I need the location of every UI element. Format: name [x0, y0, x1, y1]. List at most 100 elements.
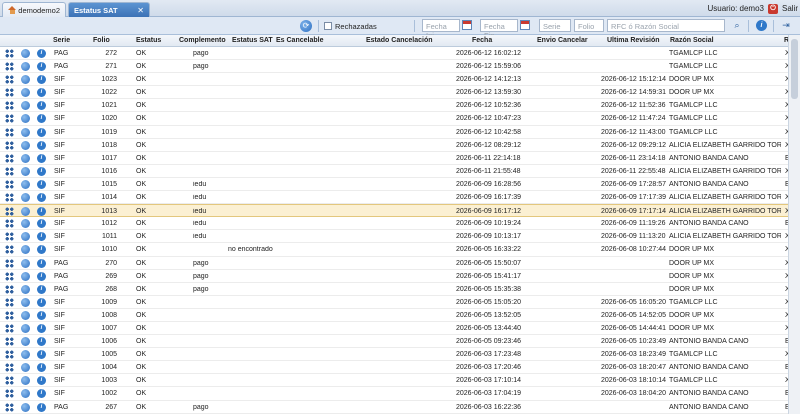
info-icon[interactable]: i — [37, 258, 46, 268]
col-fecha[interactable]: Fecha — [472, 37, 492, 44]
table-row[interactable]: i SIF 1002 OK 2026-06-03 17:04:19 2026-06-03 … — [0, 387, 788, 401]
info-icon[interactable]: i — [37, 193, 46, 203]
refresh-icon[interactable] — [21, 258, 30, 268]
col-estatus-sat[interactable]: Estatus SAT — [232, 37, 273, 44]
table-row[interactable]: i PAG 271 OK pago 2026-06-12 15:59:06 TGAMLCP … — [0, 60, 788, 74]
calendar-icon[interactable] — [462, 20, 472, 30]
refresh-icon[interactable] — [21, 284, 30, 294]
refresh-icon[interactable] — [21, 207, 30, 217]
calendar-icon[interactable] — [520, 20, 530, 30]
table-row[interactable]: i SIF 1017 OK 2026-06-11 22:14:18 2026-06-11 … — [0, 152, 788, 165]
tree-icon[interactable] — [5, 127, 14, 137]
table-row[interactable]: i SIF 1016 OK 2026-06-11 21:55:48 2026-06-11 … — [0, 165, 788, 178]
info-icon[interactable]: i — [37, 179, 46, 189]
table-row[interactable]: i SIF 1015 OK iedu 2026-06-09 16:28:56 2026-06… — [0, 178, 788, 192]
tree-icon[interactable] — [5, 75, 14, 85]
info-icon[interactable]: i — [37, 376, 46, 386]
refresh-icon[interactable] — [21, 127, 30, 137]
col-es-cancelable[interactable]: Es Cancelable — [276, 37, 323, 44]
tab-estatus-sat[interactable]: Estatus SAT ✕ — [68, 2, 150, 17]
info-icon[interactable]: i — [37, 49, 46, 58]
table-row[interactable]: i SIF 1007 OK 2026-06-05 13:44:40 2026-06-05 … — [0, 322, 788, 336]
info-icon[interactable]: i — [37, 284, 46, 294]
table-row[interactable]: i SIF 1022 OK 2026-06-12 13:59:30 2026-06-12 … — [0, 86, 788, 100]
table-row[interactable]: i SIF 1014 OK iedu 2026-06-09 16:17:39 2026-06… — [0, 191, 788, 205]
table-row[interactable]: i SIF 1013 OK iedu 2026-06-09 16:17:12 2026-06… — [0, 204, 788, 218]
tree-icon[interactable] — [5, 153, 14, 163]
refresh-icon[interactable]: ⟳ — [300, 20, 312, 32]
col-estatus[interactable]: Estatus — [136, 37, 161, 44]
tree-icon[interactable] — [5, 166, 14, 176]
binoculars-icon[interactable]: ⌕ — [731, 19, 743, 32]
tree-icon[interactable] — [5, 140, 14, 150]
info-icon[interactable]: i — [37, 337, 46, 347]
tree-icon[interactable] — [5, 323, 14, 333]
info-icon[interactable]: i — [37, 310, 46, 320]
tree-icon[interactable] — [5, 310, 14, 320]
checkbox-box[interactable] — [324, 22, 332, 30]
folio-input[interactable]: Folio — [574, 19, 604, 32]
logout-link[interactable]: Salir — [782, 4, 798, 13]
refresh-icon[interactable] — [21, 219, 30, 229]
tree-icon[interactable] — [5, 297, 14, 307]
close-icon[interactable]: ✕ — [137, 6, 144, 15]
table-row[interactable]: i SIF 1005 OK 2026-06-03 17:23:48 2026-06-03 … — [0, 348, 788, 362]
refresh-icon[interactable] — [21, 232, 30, 242]
col-serie[interactable]: Serie — [53, 37, 70, 44]
tree-icon[interactable] — [5, 376, 14, 386]
col-envio-cancelar[interactable]: Envio Cancelar — [537, 37, 588, 44]
info-icon[interactable]: i — [37, 389, 46, 399]
tree-icon[interactable] — [5, 219, 14, 229]
refresh-icon[interactable] — [21, 376, 30, 386]
refresh-icon[interactable] — [21, 245, 30, 255]
tree-icon[interactable] — [5, 363, 14, 373]
tree-icon[interactable] — [5, 101, 14, 111]
tree-icon[interactable] — [5, 179, 14, 189]
refresh-icon[interactable] — [21, 350, 30, 360]
logout-icon[interactable]: ⏻ — [767, 3, 778, 14]
refresh-icon[interactable] — [21, 389, 30, 399]
tree-icon[interactable] — [5, 402, 14, 412]
info-icon[interactable]: i — [37, 207, 46, 217]
table-row[interactable]: i SIF 1020 OK 2026-06-12 10:47:23 2026-06-12 … — [0, 112, 788, 126]
info-icon[interactable]: i — [37, 297, 46, 307]
refresh-icon[interactable] — [21, 153, 30, 163]
refresh-icon[interactable] — [21, 402, 30, 412]
table-row[interactable]: i PAG 269 OK pago 2026-06-05 15:41:17 DOOR UP … — [0, 270, 788, 283]
tree-icon[interactable] — [5, 193, 14, 203]
refresh-icon[interactable] — [21, 337, 30, 347]
refresh-icon[interactable] — [21, 88, 30, 98]
info-icon[interactable]: i — [37, 402, 46, 412]
refresh-icon[interactable] — [21, 297, 30, 307]
tree-icon[interactable] — [5, 49, 14, 58]
info-icon[interactable]: i — [37, 75, 46, 85]
tree-icon[interactable] — [5, 207, 14, 217]
rfc-input[interactable]: RFC ó Razón Social — [607, 19, 725, 32]
tree-icon[interactable] — [5, 350, 14, 360]
serie-input[interactable]: Serie — [539, 19, 571, 32]
col-ultima-revision[interactable]: Ultima Revisión — [607, 37, 660, 44]
col-complemento[interactable]: Complemento — [179, 37, 226, 44]
col-razon-social[interactable]: Razón Social — [670, 37, 714, 44]
tree-icon[interactable] — [5, 389, 14, 399]
table-row[interactable]: i SIF 1021 OK 2026-06-12 10:52:36 2026-06-12 … — [0, 99, 788, 113]
table-row[interactable]: i SIF 1011 OK iedu 2026-06-09 10:13:17 2026-06… — [0, 230, 788, 244]
table-row[interactable]: i SIF 1003 OK 2026-06-03 17:10:14 2026-06-03 … — [0, 374, 788, 388]
refresh-icon[interactable] — [21, 271, 30, 281]
col-folio[interactable]: Folio — [93, 37, 110, 44]
table-row[interactable]: i SIF 1004 OK 2026-06-03 17:20:46 2026-06-03 … — [0, 361, 788, 375]
refresh-icon[interactable] — [21, 62, 30, 72]
refresh-icon[interactable] — [21, 179, 30, 189]
table-row[interactable]: i PAG 272 OK pago 2026-06-12 16:02:12 TGAMLCP … — [0, 47, 788, 61]
tree-icon[interactable] — [5, 114, 14, 124]
info-icon[interactable]: i — [37, 219, 46, 229]
table-row[interactable]: i PAG 268 OK pago 2026-06-05 15:35:38 DOOR UP … — [0, 283, 788, 296]
tree-icon[interactable] — [5, 232, 14, 242]
table-row[interactable]: i SIF 1006 OK 2026-06-05 09:23:46 2026-06-05 … — [0, 335, 788, 349]
table-row[interactable]: i SIF 1008 OK 2026-06-05 13:52:05 2026-06-05 … — [0, 309, 788, 322]
refresh-icon[interactable] — [21, 193, 30, 203]
refresh-icon[interactable] — [21, 166, 30, 176]
info-icon[interactable]: i — [37, 114, 46, 124]
info-icon[interactable]: i — [37, 140, 46, 150]
table-row[interactable]: i SIF 1019 OK 2026-06-12 10:42:58 2026-06-12 … — [0, 126, 788, 139]
